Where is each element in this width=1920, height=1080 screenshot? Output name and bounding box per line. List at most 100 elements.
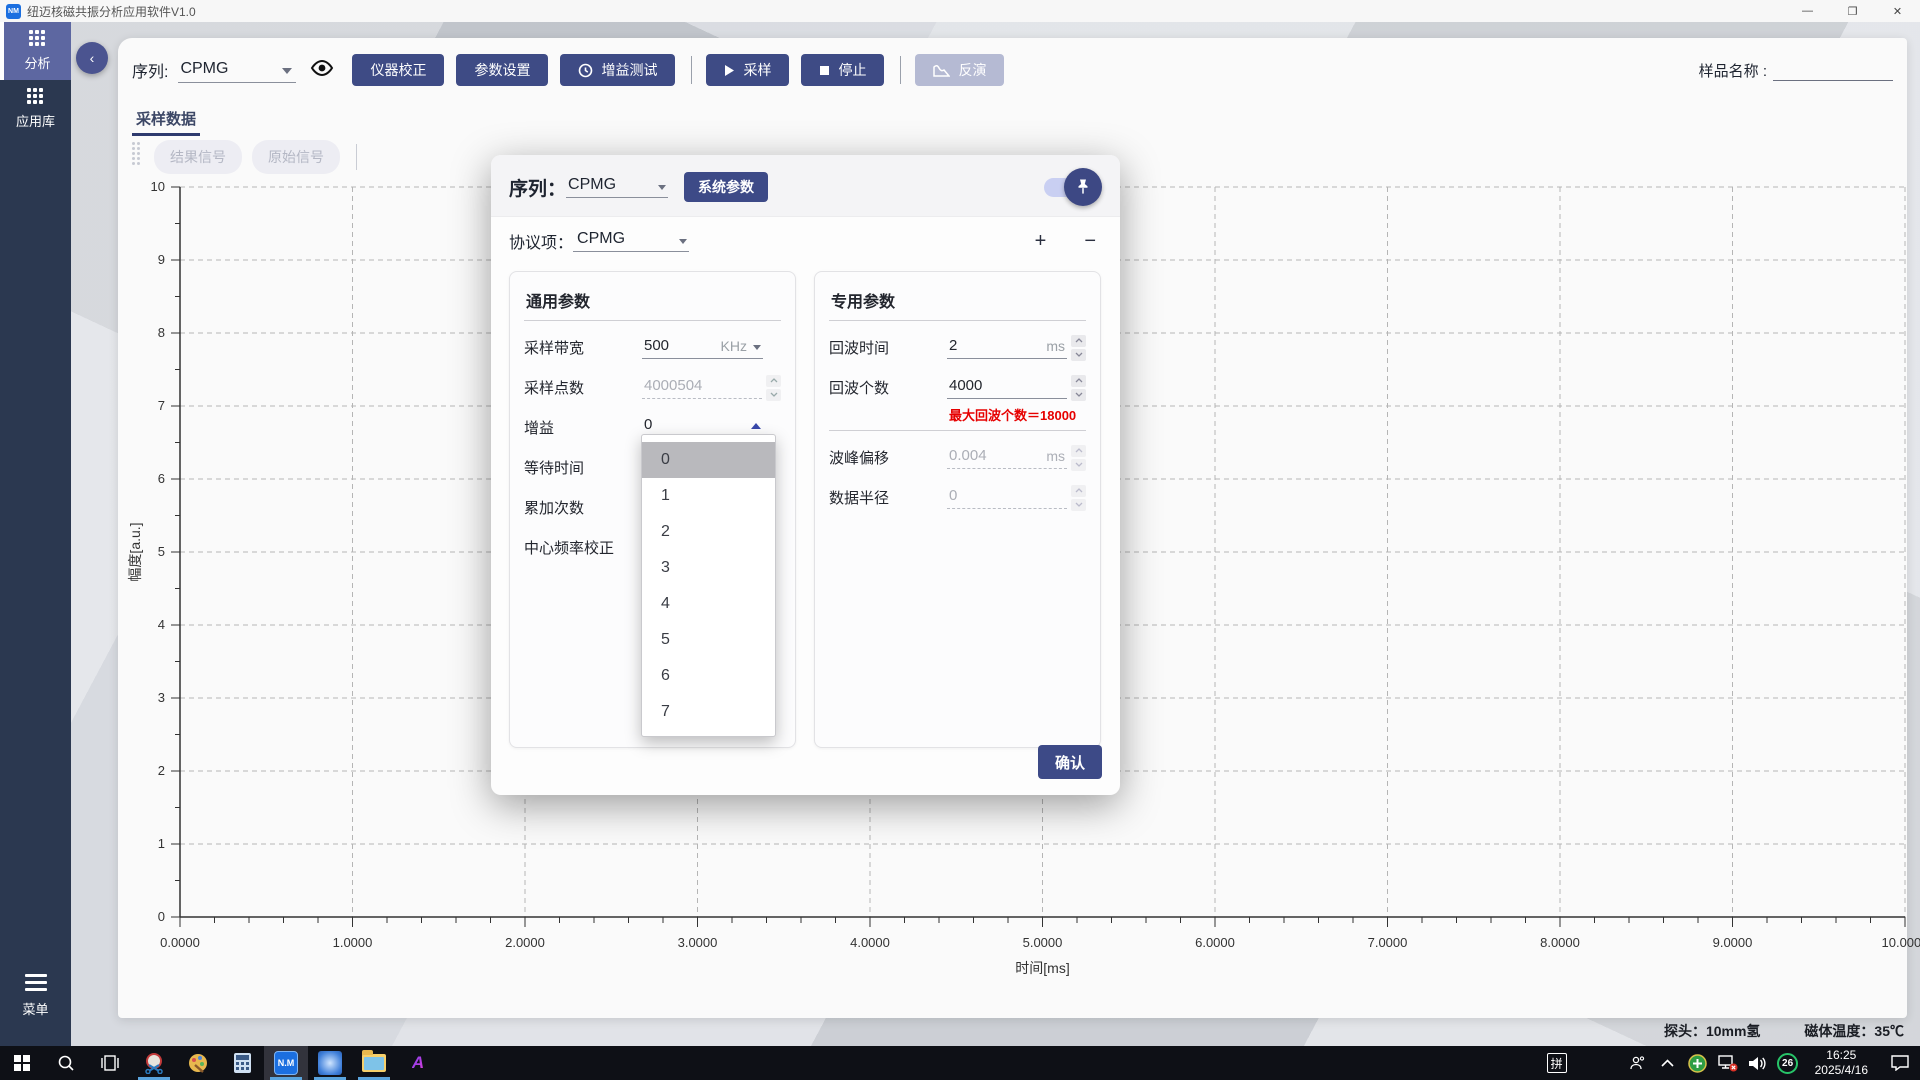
- window-title: 纽迈核磁共振分析应用软件V1.0: [27, 4, 196, 19]
- task-view-icon: [101, 1055, 119, 1071]
- spinner-buttons: [766, 374, 781, 401]
- snipping-tool-button[interactable]: [132, 1046, 176, 1080]
- sample-name-input[interactable]: [1773, 60, 1893, 81]
- spinner-buttons: [1071, 374, 1086, 401]
- parameter-settings-button[interactable]: 参数设置: [456, 54, 549, 86]
- dialog-header: 序列： CPMG 系统参数: [491, 155, 1120, 217]
- param-label: 增益: [524, 420, 555, 437]
- pin-toggle[interactable]: [1040, 168, 1102, 206]
- button-label: 采样: [743, 62, 772, 78]
- button-label: 停止: [838, 62, 867, 78]
- taskbar-clock[interactable]: 16:25 2025/4/16: [1803, 1048, 1880, 1078]
- app-logo-icon: NM: [6, 3, 21, 19]
- bandwidth-input[interactable]: 500 KHz: [642, 337, 763, 359]
- file-explorer-button[interactable]: [352, 1046, 396, 1080]
- applibrary-grid-icon: [26, 88, 45, 106]
- param-value: 0.004: [949, 446, 987, 464]
- gain-option-0[interactable]: 0: [642, 442, 775, 478]
- taskbar-a-app-button[interactable]: A: [396, 1046, 440, 1080]
- task-view-button[interactable]: [88, 1046, 132, 1080]
- confirm-button[interactable]: 确认: [1038, 745, 1102, 779]
- sequence-value: CPMG: [180, 59, 229, 77]
- calculator-icon: [233, 1053, 251, 1073]
- spin-up-icon[interactable]: [1071, 334, 1086, 347]
- echo-count-input[interactable]: 4000: [947, 377, 1067, 399]
- paint-button[interactable]: [176, 1046, 220, 1080]
- magnet-temperature-status: 磁体温度：35℃: [1804, 1023, 1904, 1039]
- tab-bar: 采样数据: [132, 102, 201, 136]
- toolbar: 序列: CPMG 仪器校正 参数设置 增益测试 采样 停止 反演 样品名称:: [132, 50, 1893, 90]
- tab-sampling-data[interactable]: 采样数据: [132, 102, 201, 136]
- calculator-button[interactable]: [220, 1046, 264, 1080]
- spin-up-icon: [1071, 484, 1086, 497]
- gain-option-2[interactable]: 2: [642, 514, 775, 550]
- add-protocol-button[interactable]: +: [1035, 231, 1047, 251]
- sample-button[interactable]: 采样: [706, 54, 790, 86]
- svg-text:时间[ms]: 时间[ms]: [1015, 960, 1069, 976]
- sidebar-item-label: 应用库: [15, 114, 55, 129]
- date-label: 2025/4/16: [1814, 1063, 1868, 1077]
- status-bar: 探头：10mm氢 磁体温度：35℃: [1664, 1021, 1904, 1041]
- general-params-panel: 通用参数 采样带宽 500 KHz 采样点数 4000504 增益 0 等待时间…: [509, 271, 796, 748]
- system-tray: 拼 26 16:25 2025/4/16: [1546, 1046, 1920, 1080]
- chevron-down-icon: [282, 67, 293, 74]
- dialog-sequence-select[interactable]: CPMG: [566, 176, 669, 198]
- spin-up-icon[interactable]: [1071, 374, 1086, 387]
- pushpin-icon: [1064, 168, 1102, 206]
- ime-indicator[interactable]: 拼: [1546, 1053, 1567, 1073]
- eye-icon[interactable]: [310, 59, 334, 81]
- echo-time-input[interactable]: 2 ms: [947, 337, 1067, 359]
- sequence-select[interactable]: CPMG: [178, 58, 297, 83]
- minimize-button[interactable]: —: [1785, 0, 1830, 22]
- taskbar-search-button[interactable]: [44, 1046, 88, 1080]
- sequence-label: 序列:: [132, 64, 169, 81]
- maximize-button[interactable]: ❐: [1830, 0, 1875, 22]
- taskbar-blue-app-button[interactable]: [308, 1046, 352, 1080]
- protocol-select[interactable]: CPMG: [573, 230, 690, 252]
- unit-select[interactable]: KHz: [721, 338, 747, 354]
- instrument-calibration-button[interactable]: 仪器校正: [352, 54, 445, 86]
- gain-option-3[interactable]: 3: [642, 550, 775, 586]
- gain-option-4[interactable]: 4: [642, 586, 775, 622]
- start-button[interactable]: [0, 1046, 44, 1080]
- sidebar-item-analysis[interactable]: 分析: [0, 22, 71, 80]
- tray-expand-icon[interactable]: [1653, 1046, 1683, 1080]
- param-row-echo-time: 回波时间 2 ms: [829, 334, 1086, 361]
- sidebar-item-applibrary[interactable]: 应用库: [0, 80, 71, 138]
- time-label: 16:25: [1826, 1048, 1857, 1062]
- protocol-value: CPMG: [577, 230, 626, 247]
- network-icon[interactable]: [1713, 1046, 1743, 1080]
- param-row-points: 采样点数 4000504: [524, 374, 781, 401]
- taskbar-nm-app-button[interactable]: N.M: [264, 1046, 308, 1080]
- param-label: 中心频率校正: [524, 540, 615, 557]
- spin-down-icon[interactable]: [1071, 388, 1086, 401]
- people-icon[interactable]: [1623, 1046, 1653, 1080]
- spin-down-icon[interactable]: [1071, 348, 1086, 361]
- gain-option-1[interactable]: 1: [642, 478, 775, 514]
- svg-text:7.0000: 7.0000: [1368, 935, 1408, 950]
- gain-dropdown-list[interactable]: 01234567: [641, 434, 776, 737]
- spin-down-icon[interactable]: [766, 388, 781, 401]
- volume-icon[interactable]: [1743, 1046, 1773, 1080]
- stop-button[interactable]: 停止: [801, 54, 885, 86]
- sidebar-collapse-button[interactable]: ‹: [76, 42, 108, 74]
- system-params-button[interactable]: 系统参数: [684, 172, 769, 202]
- svg-text:3: 3: [158, 690, 165, 705]
- close-button[interactable]: ✕: [1875, 0, 1920, 22]
- remove-protocol-button[interactable]: −: [1084, 231, 1096, 251]
- antivirus-icon[interactable]: [1683, 1046, 1713, 1080]
- svg-text:2.0000: 2.0000: [505, 935, 545, 950]
- notification-center-button[interactable]: [1880, 1046, 1920, 1080]
- svg-text:6: 6: [158, 471, 165, 486]
- gain-test-button[interactable]: 增益测试: [560, 54, 676, 86]
- clock-icon: [579, 63, 593, 77]
- battery-indicator[interactable]: 26: [1773, 1046, 1803, 1080]
- gain-option-7[interactable]: 7: [642, 694, 775, 730]
- spin-up-icon[interactable]: [766, 374, 781, 387]
- gain-option-6[interactable]: 6: [642, 658, 775, 694]
- svg-text:9.0000: 9.0000: [1713, 935, 1753, 950]
- param-row-bandwidth: 采样带宽 500 KHz: [524, 334, 781, 361]
- gain-option-5[interactable]: 5: [642, 622, 775, 658]
- param-label: 采样点数: [524, 380, 585, 397]
- sidebar-menu-button[interactable]: 菜单: [0, 974, 71, 1018]
